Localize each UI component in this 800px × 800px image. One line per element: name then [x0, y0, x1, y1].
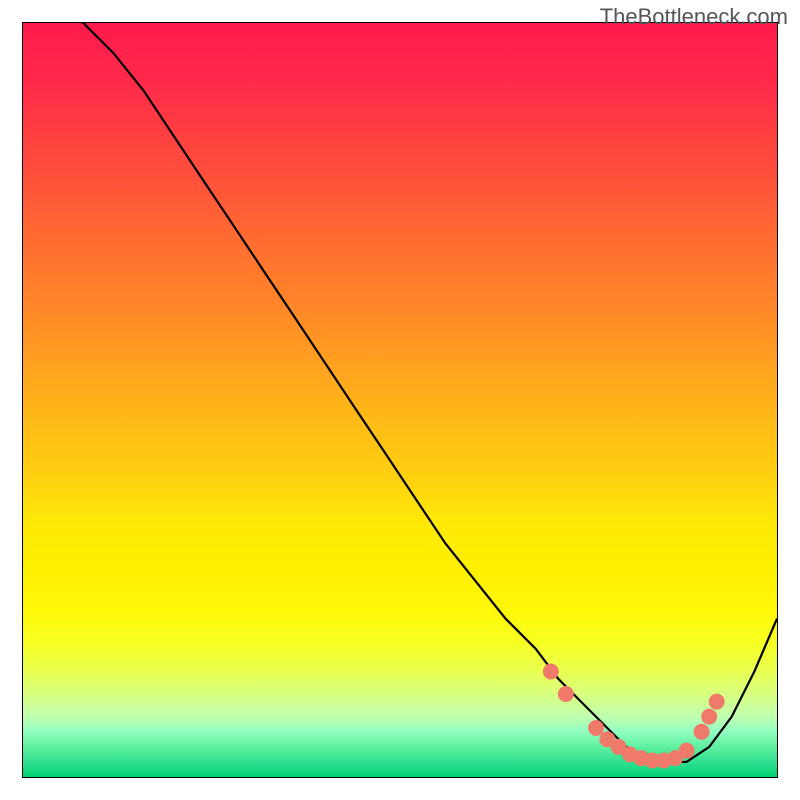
data-dot — [701, 709, 717, 725]
plot-area — [22, 22, 778, 778]
data-dot — [558, 686, 574, 702]
data-dot — [709, 694, 725, 710]
data-dot — [588, 720, 604, 736]
watermark-text: TheBottleneck.com — [600, 4, 788, 30]
data-dot — [543, 664, 559, 680]
chart-container: TheBottleneck.com — [0, 0, 800, 800]
bottleneck-curve — [23, 23, 777, 762]
data-dot — [694, 724, 710, 740]
curve-dots — [543, 664, 725, 769]
data-dot — [679, 743, 695, 759]
curve-svg — [23, 23, 777, 777]
